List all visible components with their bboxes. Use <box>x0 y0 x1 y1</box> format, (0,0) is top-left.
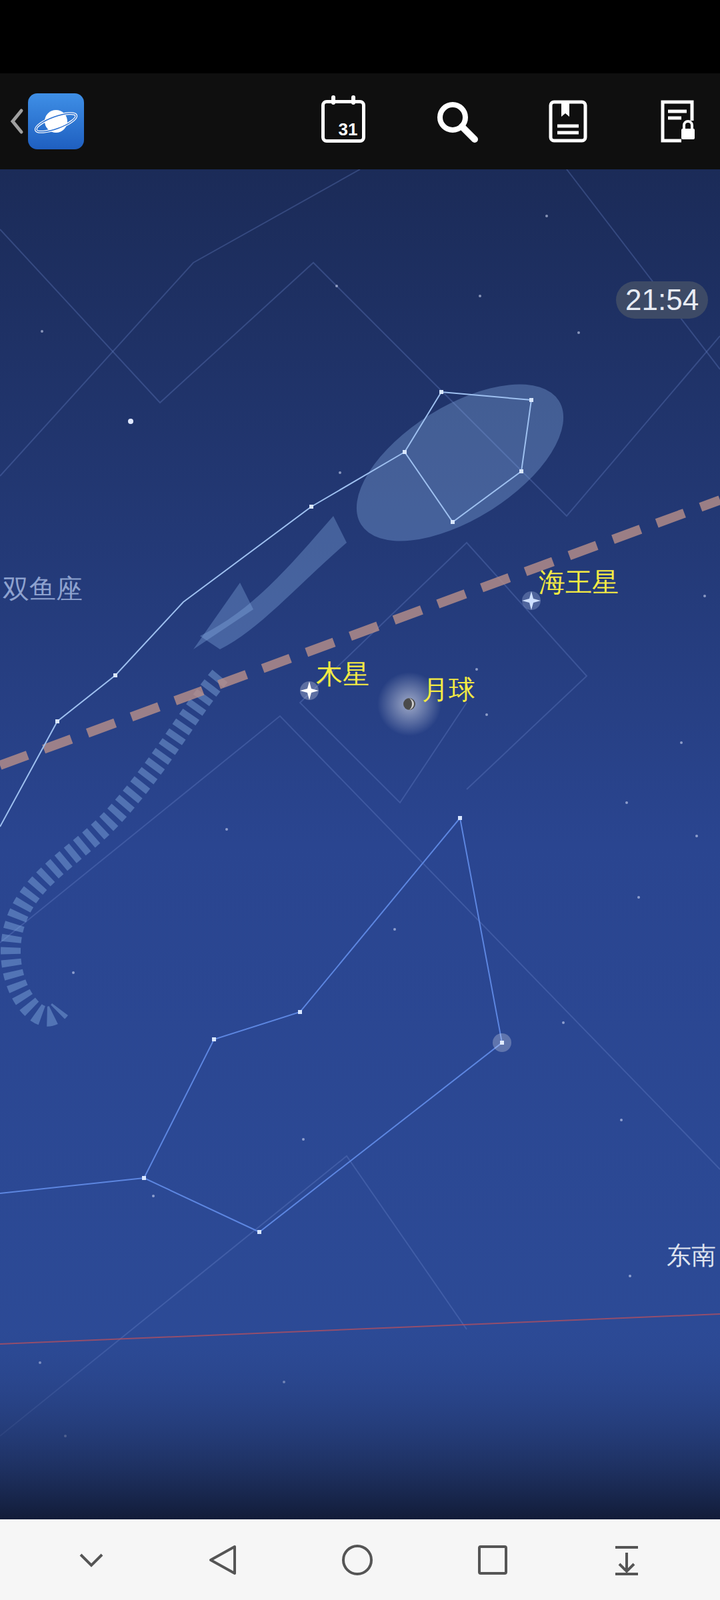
back-icon[interactable] <box>9 108 28 135</box>
search-icon[interactable] <box>434 99 479 144</box>
document-lock-icon[interactable] <box>657 99 698 144</box>
saturn-icon <box>33 98 79 144</box>
direction-label[interactable]: 东南 <box>666 1243 716 1268</box>
chevron-down-icon[interactable] <box>78 1552 105 1568</box>
sky-chart[interactable]: 21:54 双鱼座 海王星木星月球东南 <box>0 169 720 1520</box>
ground <box>0 1329 720 1520</box>
back-triangle-icon[interactable] <box>208 1544 238 1576</box>
calendar-icon[interactable]: 31 <box>321 100 366 143</box>
ecliptic-line <box>0 500 720 766</box>
home-circle-icon[interactable] <box>340 1543 374 1577</box>
toolbar-icons: 31 <box>321 99 711 144</box>
status-bar <box>0 0 720 74</box>
neptune-icon[interactable] <box>522 591 541 610</box>
download-arrow-icon[interactable] <box>611 1544 642 1576</box>
constellation-label[interactable]: 双鱼座 <box>2 575 83 602</box>
constellation-stars <box>55 390 534 1234</box>
horizon-line <box>0 1314 720 1344</box>
object-label[interactable]: 海王星 <box>538 568 619 596</box>
jupiter-icon[interactable] <box>300 681 319 700</box>
bookmark-list-icon[interactable] <box>548 99 588 144</box>
whale-figure <box>173 352 589 663</box>
sky-drawing <box>0 169 720 1520</box>
app-screen: 31 21:54 双鱼座 海王星木星月球东南 <box>0 0 720 1600</box>
navigation-bar <box>0 1519 720 1600</box>
object-label[interactable]: 木星 <box>316 660 370 688</box>
toolbar: 31 <box>0 73 720 170</box>
boundary-lines <box>0 169 720 1436</box>
chevron-left-icon <box>9 108 24 135</box>
clock-badge: 21:54 <box>616 281 708 319</box>
app-logo-icon[interactable] <box>28 93 84 150</box>
constellation-lines <box>0 392 532 1232</box>
calendar-day: 31 <box>338 120 358 138</box>
object-label[interactable]: 月球 <box>422 676 476 703</box>
stars <box>38 214 706 1438</box>
recents-square-icon[interactable] <box>477 1544 508 1576</box>
